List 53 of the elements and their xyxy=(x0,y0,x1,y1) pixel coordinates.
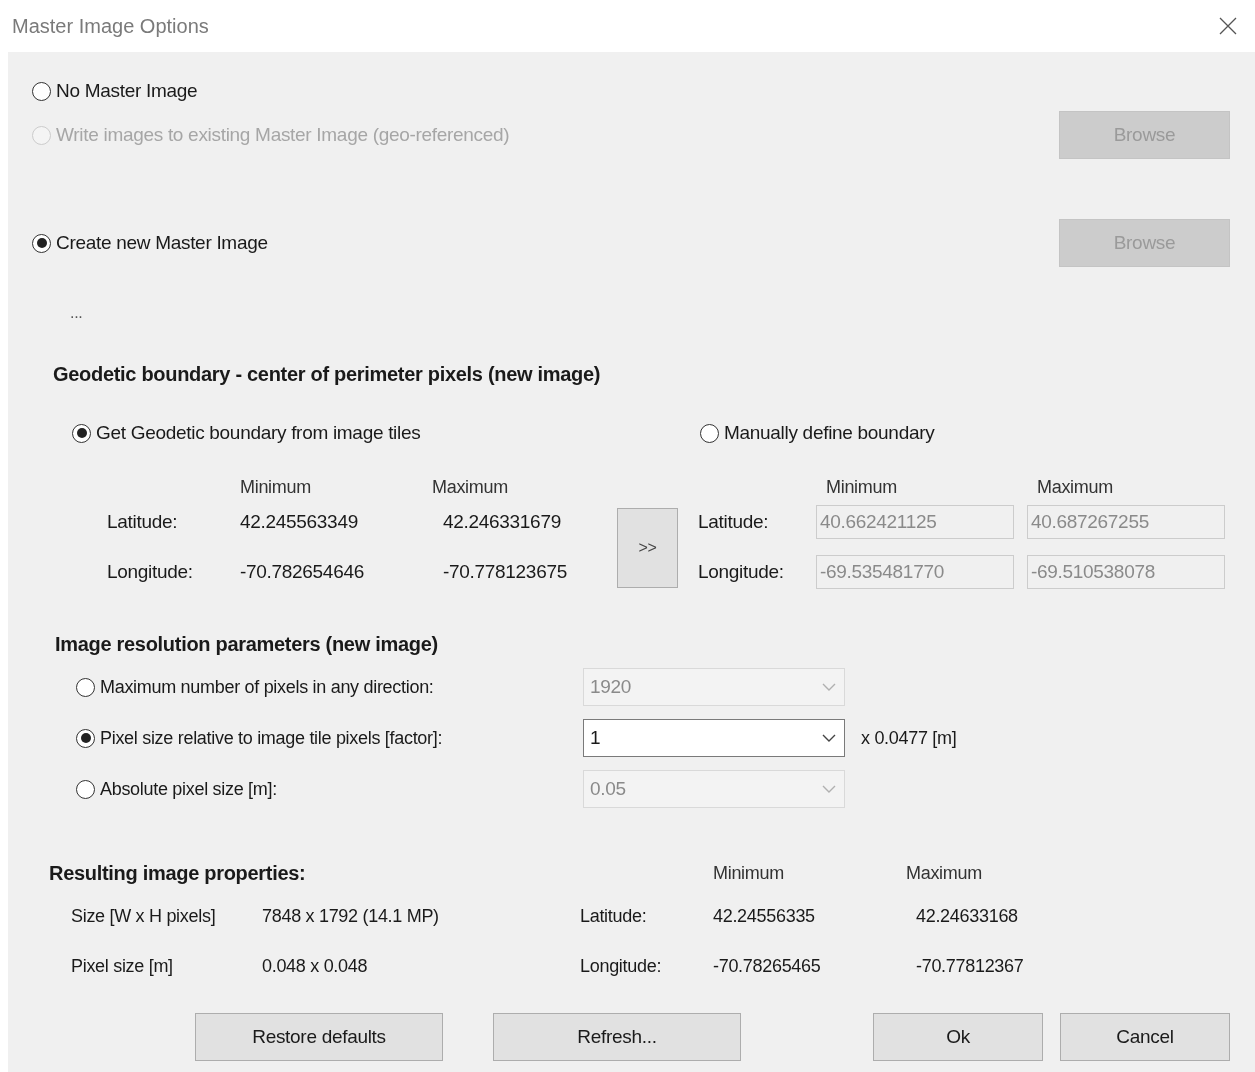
column-header: Maximum xyxy=(906,861,982,885)
column-header: Maximum xyxy=(432,475,508,499)
column-header: Minimum xyxy=(240,475,312,499)
field-label: Longitude: xyxy=(580,954,663,978)
field-label: Pixel size [m] xyxy=(71,954,174,978)
unit-text: x 0.0477 [m] xyxy=(861,726,957,750)
radio-label: Create new Master Image xyxy=(56,230,268,255)
section-heading: Geodetic boundary - center of perimeter pixels (new image) xyxy=(52,362,602,386)
ellipsis-text: ... xyxy=(69,303,84,323)
field-label: Latitude: xyxy=(107,509,179,534)
field-label: Latitude: xyxy=(698,509,770,534)
value-text: 42.24633168 xyxy=(916,904,1018,928)
column-header: Minimum xyxy=(826,475,898,499)
field-label: Longitude: xyxy=(107,559,194,584)
radio-button[interactable] xyxy=(700,423,719,443)
column-header: Maximum xyxy=(1037,475,1113,499)
close-icon[interactable] xyxy=(1219,17,1237,35)
section-heading: Resulting image properties: xyxy=(48,861,307,886)
chevron-down-icon xyxy=(822,734,836,742)
value-text: -70.782654646 xyxy=(240,559,365,584)
radio-label: No Master Image xyxy=(56,78,198,103)
field-label: Longitude: xyxy=(698,559,785,584)
radio-label: Pixel size relative to image tile pixels [factor]: xyxy=(100,726,443,750)
radio-label: Get Geodetic boundary from image tiles xyxy=(96,420,421,445)
value-text: 42.245563349 xyxy=(240,509,359,534)
field-label: Size [W x H pixels] xyxy=(71,904,217,928)
radio-button[interactable] xyxy=(32,233,51,253)
radio-label: Manually define boundary xyxy=(724,420,935,445)
copy-button[interactable]: >> xyxy=(617,508,678,588)
radio-button[interactable] xyxy=(32,81,51,101)
radio-label: Maximum number of pixels in any direction: xyxy=(100,675,434,699)
dialog-button[interactable]: Restore defaults xyxy=(195,1013,443,1061)
radio-label: Write images to existing Master Image (geo-referenced) xyxy=(56,122,510,147)
value-text: -70.78265465 xyxy=(713,954,822,978)
window-title: Master Image Options xyxy=(12,14,209,39)
field-label: Latitude: xyxy=(580,904,648,928)
radio-label: Absolute pixel size [m]: xyxy=(100,777,277,801)
dropdown[interactable]: 1 xyxy=(583,719,845,757)
dialog-button[interactable]: Refresh... xyxy=(493,1013,741,1061)
value-text: 0.048 x 0.048 xyxy=(262,954,369,978)
value-text: 42.24556335 xyxy=(713,904,816,928)
radio-button[interactable] xyxy=(76,728,95,748)
chevron-down-icon xyxy=(822,785,836,793)
dialog-button[interactable]: Cancel xyxy=(1060,1013,1230,1061)
value-text: 42.246331679 xyxy=(442,509,561,534)
chevron-down-icon xyxy=(822,683,836,691)
dialog-button[interactable]: Ok xyxy=(873,1013,1043,1061)
value-text: 7848 x 1792 (14.1 MP) xyxy=(262,904,440,928)
column-header: Minimum xyxy=(713,861,785,885)
value-text: -70.778123675 xyxy=(442,559,567,584)
radio-button[interactable] xyxy=(72,423,91,443)
value-text: -70.77812367 xyxy=(916,954,1024,978)
section-heading: Image resolution parameters (new image) xyxy=(54,632,439,656)
